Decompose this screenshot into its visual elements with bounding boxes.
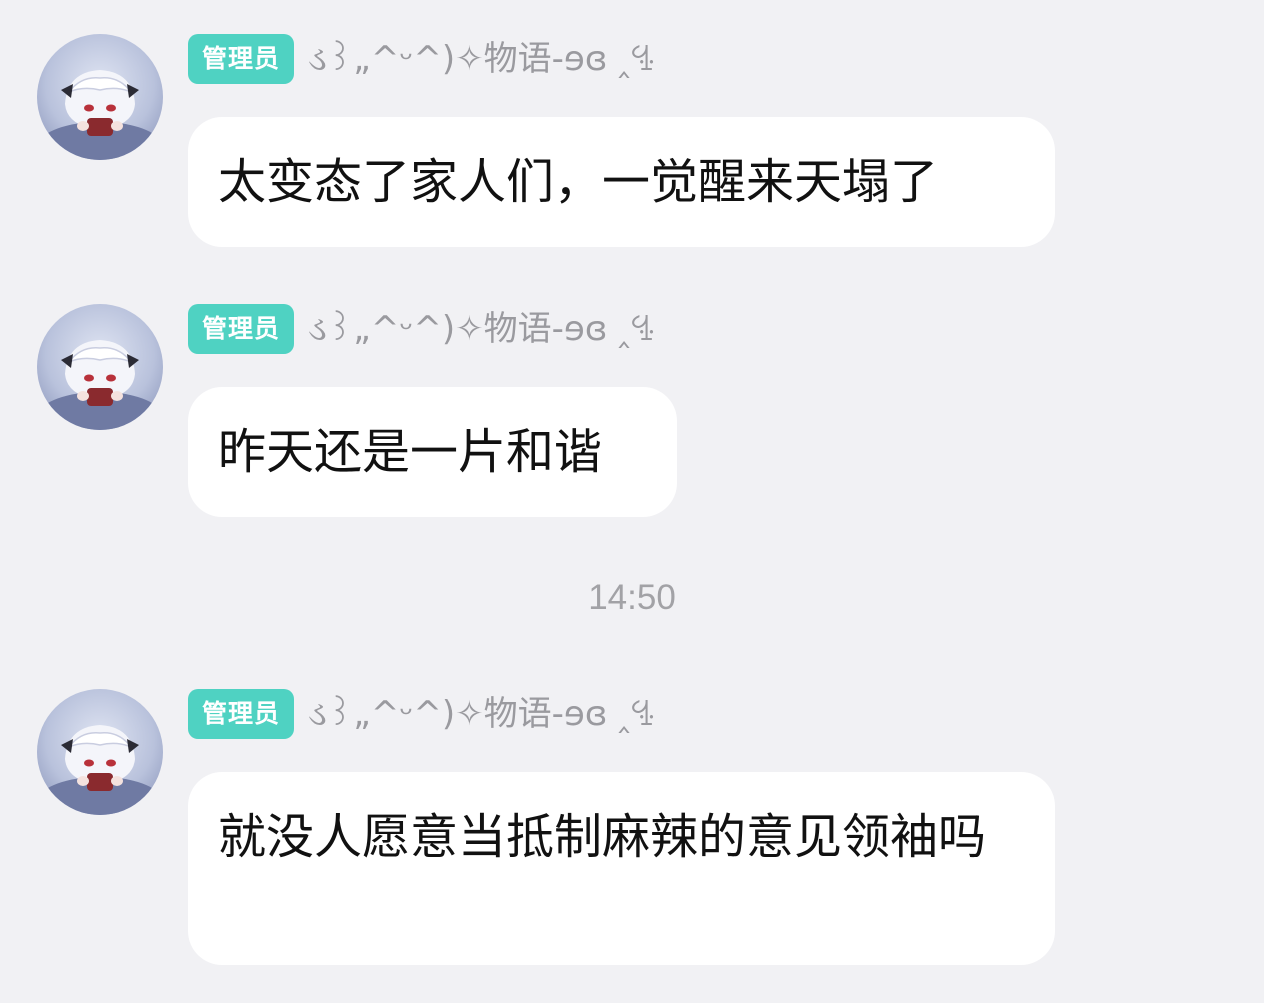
avatar[interactable] xyxy=(37,34,163,160)
message-text: 就没人愿意当抵制麻辣的意见领袖吗 xyxy=(218,809,987,865)
sender-nickname[interactable]: ડ꒱„^ᵕ^)✧物语-ɘɞ ‸ꔈ xyxy=(308,304,655,354)
avatar-icon xyxy=(40,70,160,160)
avatar[interactable] xyxy=(37,304,163,430)
message-text: 太变态了家人们，一觉醒来天塌了 xyxy=(218,154,939,210)
message-bubble[interactable]: 就没人愿意当抵制麻辣的意见领袖吗 xyxy=(188,772,1055,965)
message-bubble[interactable]: 昨天还是一片和谐 xyxy=(188,387,677,517)
avatar-icon xyxy=(40,340,160,430)
chat-history[interactable]: 管理员 ડ꒱„^ᵕ^)✧物语-ɘɞ ‸ꔈ 太变态了家人们，一觉醒来天塌了 管理员… xyxy=(0,0,1264,1003)
sender-nickname[interactable]: ડ꒱„^ᵕ^)✧物语-ɘɞ ‸ꔈ xyxy=(308,34,655,84)
avatar-icon xyxy=(40,725,160,815)
timestamp-divider: 14:50 xyxy=(588,578,676,617)
sender-nickname[interactable]: ડ꒱„^ᵕ^)✧物语-ɘɞ ‸ꔈ xyxy=(308,689,655,739)
sender-meta: 管理员 ડ꒱„^ᵕ^)✧物语-ɘɞ ‸ꔈ xyxy=(188,34,655,84)
avatar[interactable] xyxy=(37,689,163,815)
sender-meta: 管理员 ડ꒱„^ᵕ^)✧物语-ɘɞ ‸ꔈ xyxy=(188,304,655,354)
admin-badge: 管理员 xyxy=(188,34,295,84)
message-text: 昨天还是一片和谐 xyxy=(218,424,603,480)
message-bubble[interactable]: 太变态了家人们，一觉醒来天塌了 xyxy=(188,117,1055,247)
admin-badge: 管理员 xyxy=(188,304,295,354)
sender-meta: 管理员 ડ꒱„^ᵕ^)✧物语-ɘɞ ‸ꔈ xyxy=(188,689,655,739)
admin-badge: 管理员 xyxy=(188,689,295,739)
